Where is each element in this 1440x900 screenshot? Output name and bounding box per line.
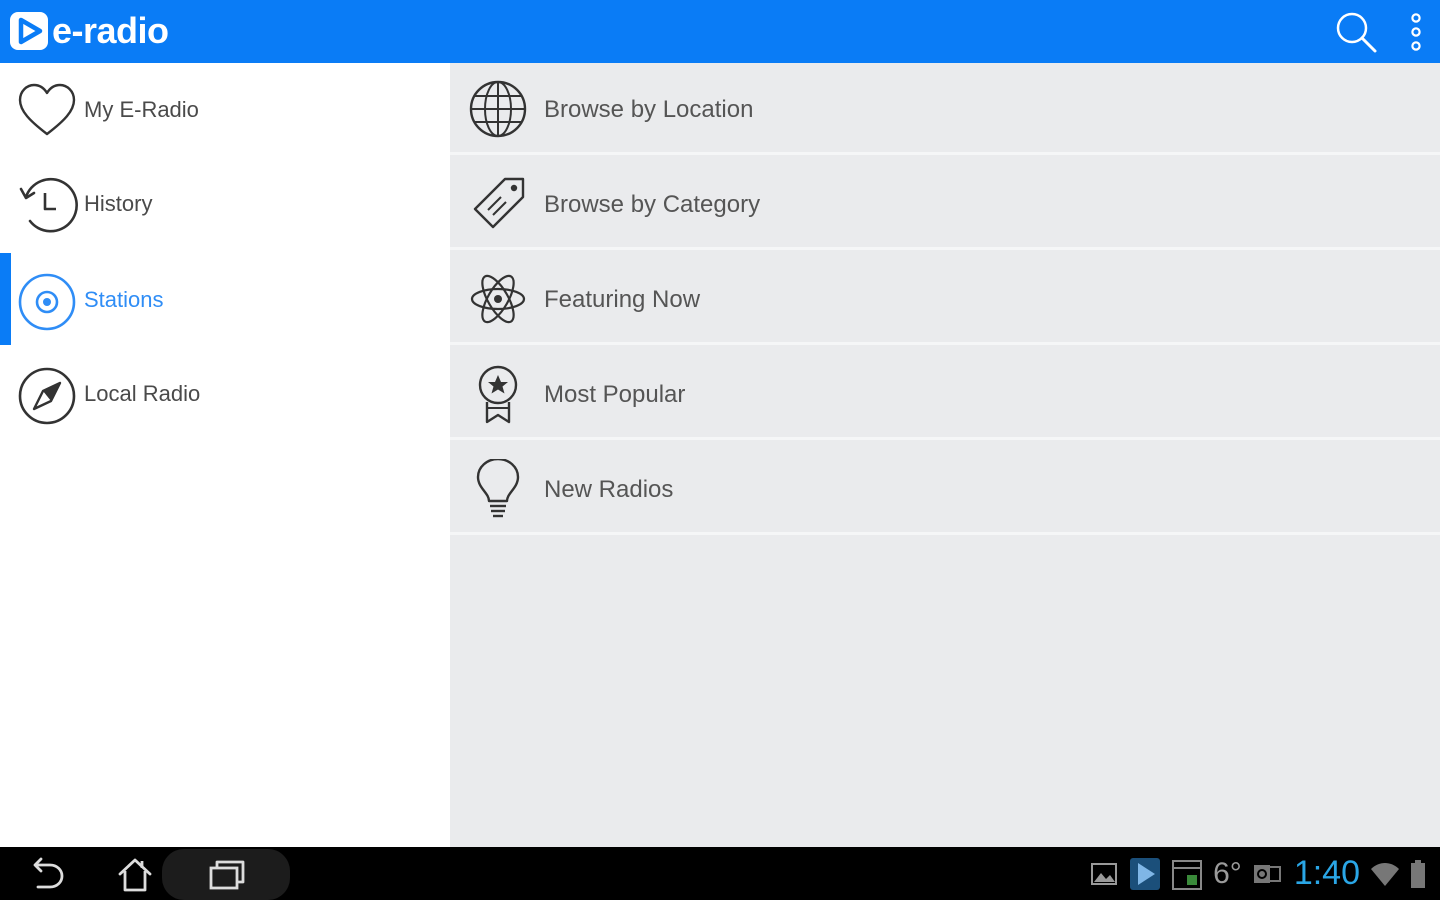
app-title: e-radio [52, 10, 169, 51]
globe-icon [469, 80, 527, 138]
list-item-label: Browse by Location [544, 96, 754, 123]
atom-icon [470, 274, 526, 324]
play-logo-icon [10, 12, 48, 50]
heart-icon [18, 83, 76, 136]
wifi-icon [1371, 862, 1399, 886]
radio-target-icon [18, 273, 76, 331]
tag-icon [473, 177, 525, 229]
sidebar-item-stations[interactable]: Stations [0, 253, 450, 347]
navigation-drawer: My E-Radio History Stations Local Radio [0, 63, 450, 847]
overflow-menu-icon [1411, 13, 1421, 51]
gallery-notification-icon [1091, 862, 1118, 885]
system-navigation-bar: 6° 1:40 [0, 847, 1440, 900]
home-icon [118, 858, 152, 892]
sidebar-item-history[interactable]: History [0, 157, 450, 251]
outlook-icon [1253, 864, 1281, 883]
home-button[interactable] [112, 852, 158, 896]
weather-temperature: 6° [1213, 856, 1242, 890]
recent-apps-button[interactable] [203, 852, 249, 896]
back-button[interactable] [24, 852, 70, 896]
compass-icon [18, 367, 76, 425]
stations-menu-list: Browse by Location Browse by Category Fe… [450, 63, 1440, 847]
list-item-featuring-now[interactable]: Featuring Now [450, 253, 1440, 345]
list-item-most-popular[interactable]: Most Popular [450, 348, 1440, 440]
list-item-label: New Radios [544, 476, 674, 503]
history-icon [19, 177, 78, 233]
list-item-label: Browse by Category [544, 191, 761, 218]
list-item-new-radios[interactable]: New Radios [450, 443, 1440, 535]
active-indicator [0, 253, 11, 345]
sidebar-item-local-radio[interactable]: Local Radio [0, 347, 450, 441]
list-item-browse-by-category[interactable]: Browse by Category [450, 158, 1440, 250]
status-area: 6° 1:40 [1079, 847, 1426, 900]
search-icon [1336, 12, 1377, 53]
list-item-label: Most Popular [544, 381, 686, 408]
play-store-icon [1130, 857, 1161, 890]
app-bar: e-radio [0, 0, 1440, 63]
app-logo: e-radio [10, 12, 169, 50]
sidebar-item-my-e-radio[interactable]: My E-Radio [0, 63, 450, 157]
back-icon [33, 857, 64, 889]
sidebar-item-label: Local Radio [84, 381, 201, 406]
overflow-menu-button[interactable] [1402, 10, 1430, 54]
sidebar-item-label: My E-Radio [84, 97, 199, 122]
sidebar-item-label: Stations [84, 287, 164, 312]
list-item-label: Featuring Now [544, 286, 701, 313]
sidebar-item-label: History [84, 191, 153, 216]
search-button[interactable] [1334, 10, 1380, 54]
status-clock: 1:40 [1293, 854, 1360, 892]
list-item-browse-by-location[interactable]: Browse by Location [450, 63, 1440, 155]
award-ribbon-icon [478, 365, 518, 424]
calendar-icon [1172, 859, 1203, 890]
battery-icon [1411, 859, 1425, 888]
lightbulb-icon [476, 459, 520, 518]
recent-apps-icon [209, 860, 245, 890]
